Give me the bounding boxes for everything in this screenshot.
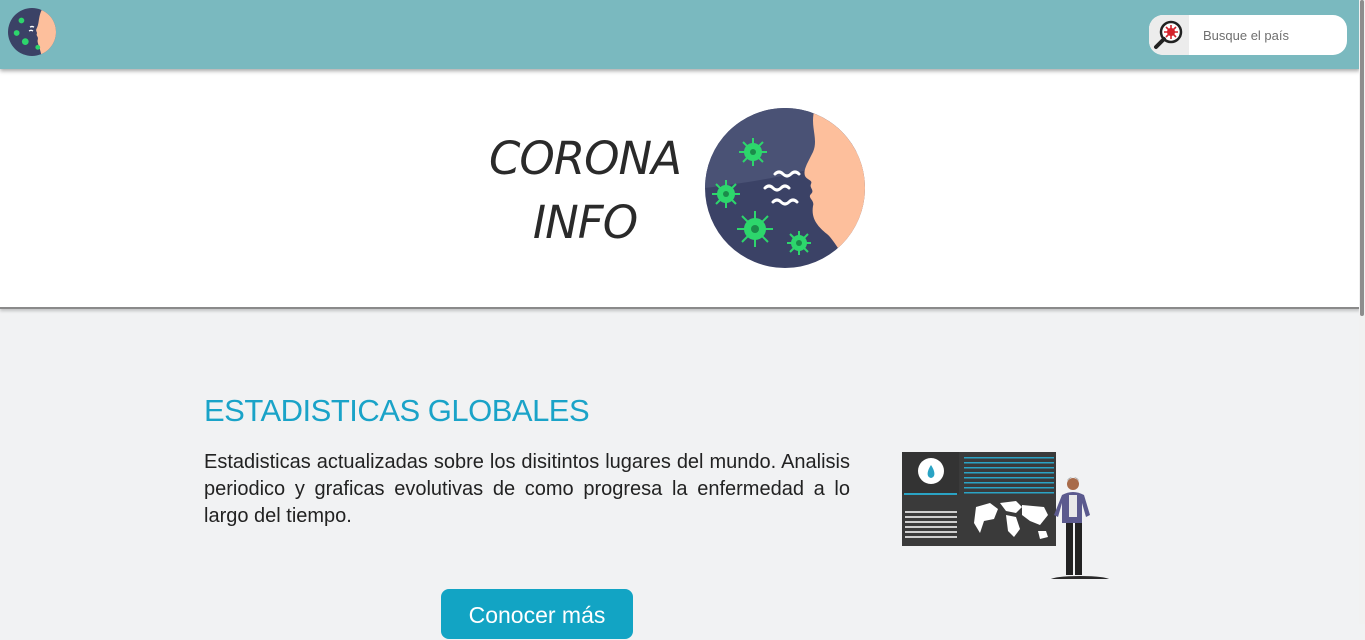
global-stats-section: ESTADISTICAS GLOBALES Estadisticas actua… (0, 309, 1360, 639)
search-input[interactable] (1193, 15, 1341, 55)
section-description: Estadisticas actualizadas sobre los disi… (204, 451, 850, 527)
section-title: ESTADISTICAS GLOBALES (204, 393, 590, 428)
hero-banner: CORONA INFO (0, 69, 1360, 309)
virus-magnifier-icon[interactable] (1149, 15, 1189, 55)
dashboard-person-illustration (902, 452, 1110, 579)
corona-face-icon[interactable] (8, 8, 56, 56)
hero-title-line1: CORONA (489, 132, 682, 185)
search-icon-wrap[interactable] (1149, 15, 1189, 55)
search-box[interactable] (1149, 15, 1347, 55)
navbar (0, 0, 1360, 69)
scrollbar-thumb[interactable] (1360, 0, 1364, 316)
corona-face-icon (705, 108, 865, 268)
hero-title-line2: INFO (532, 196, 638, 249)
hero-title: CORONA INFO (470, 127, 700, 255)
page-scrollbar[interactable] (1359, 0, 1365, 624)
learn-more-button[interactable]: Conocer más (441, 589, 633, 639)
